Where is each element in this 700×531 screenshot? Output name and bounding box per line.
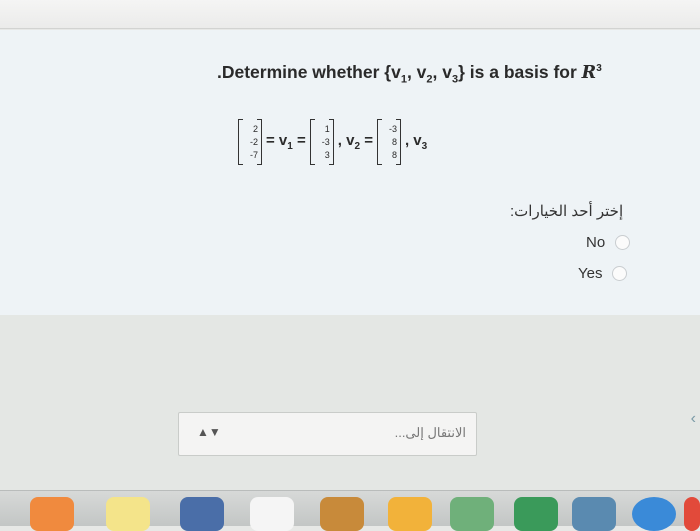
calendar-icon[interactable] bbox=[250, 497, 294, 531]
matrix-entry: -2 bbox=[249, 136, 258, 147]
jump-to-placeholder: الانتقال إلى... bbox=[394, 425, 466, 440]
matrix-entry: -3 bbox=[388, 123, 397, 134]
v1-vector: 1 -3 3 bbox=[309, 119, 334, 165]
preview-icon[interactable] bbox=[572, 497, 616, 531]
v1-label: = v1 = bbox=[266, 132, 306, 152]
space-exponent: 3 bbox=[596, 63, 602, 75]
v2-label: , v2 = bbox=[337, 132, 373, 152]
launchpad-icon[interactable] bbox=[180, 497, 224, 531]
matrix-entry: 8 bbox=[391, 149, 397, 160]
option-label: No bbox=[586, 234, 606, 251]
browser-top-bar bbox=[0, 0, 700, 29]
folder-icon[interactable] bbox=[320, 497, 364, 531]
v3-label: , v3 bbox=[404, 132, 428, 152]
v2-vector: -3 8 8 bbox=[376, 119, 401, 165]
maps-icon[interactable] bbox=[450, 497, 494, 531]
option-no[interactable]: No bbox=[586, 234, 631, 251]
up-down-arrows-icon: ▲︎▼ bbox=[197, 425, 221, 439]
photos-icon[interactable] bbox=[388, 497, 432, 531]
question-suffix: } is a basis for bbox=[458, 62, 582, 82]
matrix-entry: 2 bbox=[252, 123, 258, 134]
dock bbox=[0, 490, 700, 531]
matrix-entry: -3 bbox=[321, 136, 330, 147]
vector-equation: 2 -2 -7 = v1 = 1 -3 3 , v2 = -3 8 8 , v3 bbox=[238, 118, 427, 166]
safari-icon[interactable] bbox=[632, 497, 676, 531]
matrix-entry: 1 bbox=[324, 123, 330, 134]
app-icon[interactable] bbox=[30, 497, 74, 531]
question-prefix: .Determine whether {v bbox=[217, 62, 401, 82]
question-sep1: , v bbox=[406, 62, 427, 82]
radio-button[interactable] bbox=[615, 235, 631, 250]
matrix-entry: 3 bbox=[324, 149, 330, 160]
notes-icon[interactable] bbox=[106, 497, 150, 531]
lower-area bbox=[0, 315, 700, 490]
jump-to-select[interactable]: ▲︎▼ الانتقال إلى... bbox=[178, 412, 477, 456]
radio-button[interactable] bbox=[612, 266, 628, 281]
question-sep2: , v bbox=[432, 62, 452, 82]
option-label: Yes bbox=[578, 265, 603, 282]
target-vector: 2 -2 -7 bbox=[238, 119, 262, 165]
facetime-icon[interactable] bbox=[514, 497, 558, 531]
matrix-entry: -7 bbox=[249, 149, 258, 160]
choose-prompt: إختر أحد الخيارات: bbox=[510, 203, 624, 220]
matrix-entry: 8 bbox=[391, 136, 397, 147]
space-symbol: R bbox=[581, 63, 597, 83]
chevron-icon[interactable]: ‹ bbox=[691, 410, 696, 428]
question-text: .Determine whether {v1, v2, v3} is a bas… bbox=[217, 62, 602, 86]
app-icon[interactable] bbox=[684, 497, 700, 531]
option-yes[interactable]: Yes bbox=[578, 265, 628, 282]
